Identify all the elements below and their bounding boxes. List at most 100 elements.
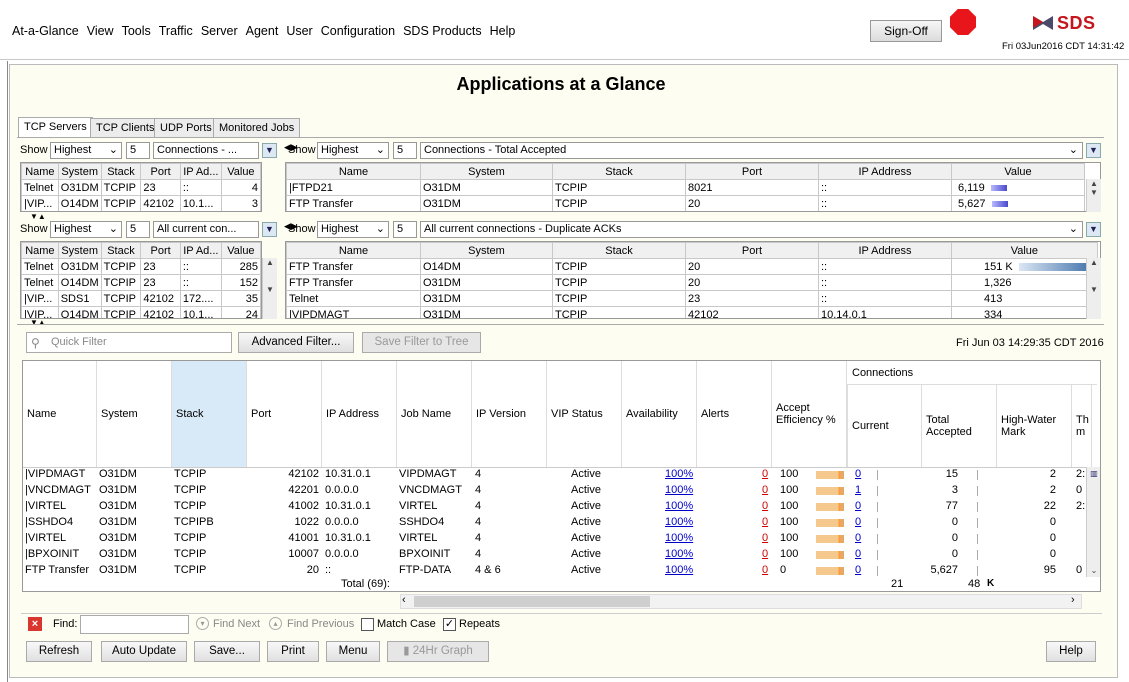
cell-current[interactable]: 0 bbox=[855, 564, 861, 576]
metric-select[interactable]: All current connections - Duplicate ACKs… bbox=[420, 221, 1083, 238]
tab-monitored-jobs[interactable]: Monitored Jobs bbox=[213, 118, 301, 137]
col-system[interactable]: System bbox=[57, 163, 102, 180]
repeats-checkbox[interactable]: ✓ bbox=[443, 618, 456, 631]
col-name[interactable]: Name bbox=[23, 361, 97, 467]
menu-server[interactable]: Server bbox=[201, 24, 238, 38]
quick-filter-input[interactable]: Quick Filter bbox=[26, 332, 232, 353]
cell-current[interactable]: 0 bbox=[855, 548, 861, 560]
cell-alerts[interactable]: 0 bbox=[762, 500, 768, 512]
metric-select[interactable]: Connections - Total Accepted ⌄ bbox=[420, 142, 1083, 159]
col-availability[interactable]: Availability bbox=[622, 361, 697, 467]
splitter-arrows-icon[interactable]: ▼▲ bbox=[30, 212, 46, 221]
mode-select[interactable]: Highest ⌄ bbox=[317, 221, 389, 238]
cell-avail[interactable]: 100% bbox=[665, 468, 693, 480]
cell-alerts[interactable]: 0 bbox=[762, 516, 768, 528]
col-port[interactable]: Port bbox=[685, 163, 819, 180]
menu-traffic[interactable]: Traffic bbox=[159, 24, 193, 38]
save-filter-button[interactable]: Save Filter to Tree bbox=[362, 332, 481, 353]
table-row[interactable]: |SSHDO4 O31DM TCPIPB 1022 0.0.0.0 SSHDO4 4 Acti… bbox=[23, 515, 1083, 531]
col-value[interactable]: Value bbox=[220, 242, 261, 259]
cell-alerts[interactable]: 0 bbox=[762, 564, 768, 576]
24hr-graph-button[interactable]: ▮ 24Hr Graph bbox=[387, 641, 489, 662]
count-field[interactable]: 5 bbox=[393, 142, 417, 159]
chevron-right-icon[interactable]: › bbox=[1071, 594, 1075, 606]
col-vip-status[interactable]: VIP Status bbox=[547, 361, 622, 467]
cell-avail[interactable]: 100% bbox=[665, 532, 693, 544]
tab-tcp-clients[interactable]: TCP Clients bbox=[90, 118, 161, 137]
col-port[interactable]: Port bbox=[140, 242, 181, 259]
col-total-accepted[interactable]: Total Accepted bbox=[922, 385, 997, 467]
metric-select[interactable]: Connections - ... bbox=[153, 142, 259, 159]
cell-current[interactable]: 0 bbox=[855, 468, 861, 480]
match-case-checkbox[interactable] bbox=[361, 618, 374, 631]
col-ip[interactable]: IP Address bbox=[818, 163, 952, 180]
col-job-name[interactable]: Job Name bbox=[397, 361, 472, 467]
col-alerts[interactable]: Alerts bbox=[697, 361, 772, 467]
chevron-down-icon[interactable]: ▼ bbox=[1086, 222, 1101, 237]
auto-update-button[interactable]: Auto Update bbox=[101, 641, 187, 662]
advanced-filter-button[interactable]: Advanced Filter... bbox=[238, 332, 354, 353]
scrollbar[interactable]: ▲ ▼ bbox=[1086, 258, 1101, 319]
table-row[interactable]: Telnet O31DM TCPIP 23:: 285 bbox=[21, 258, 261, 275]
cell-avail[interactable]: 100% bbox=[665, 548, 693, 560]
count-field[interactable]: 5 bbox=[126, 221, 150, 238]
metric-select[interactable]: All current con... bbox=[153, 221, 259, 238]
cell-avail[interactable]: 100% bbox=[665, 484, 693, 496]
cell-alerts[interactable]: 0 bbox=[762, 468, 768, 480]
menu-view[interactable]: View bbox=[87, 24, 114, 38]
find-next-button[interactable]: Find Next bbox=[213, 618, 260, 630]
cell-alerts[interactable]: 0 bbox=[762, 548, 768, 560]
table-row[interactable]: |VNCDMAGT O31DM TCPIP 42201 0.0.0.0 VNCDMAGT 4… bbox=[23, 483, 1083, 499]
cell-avail[interactable]: 100% bbox=[665, 516, 693, 528]
cell-current[interactable]: 0 bbox=[855, 500, 861, 512]
col-name[interactable]: Name bbox=[21, 242, 59, 259]
col-high-water-mark[interactable]: High-Water Mark bbox=[997, 385, 1072, 467]
table-row[interactable]: |VIP... SDS1 TCPIP 42102 172.... 35 bbox=[21, 290, 261, 307]
scrollbar-thumb[interactable] bbox=[414, 596, 650, 607]
splitter-arrows-icon[interactable]: ▼▲ bbox=[30, 318, 46, 327]
menu-help[interactable]: Help bbox=[490, 24, 516, 38]
find-previous-button[interactable]: Find Previous bbox=[287, 618, 354, 630]
table-row[interactable]: |FTPD21 O31DM TCPIP 8021:: 6,119 bbox=[286, 179, 1085, 196]
col-ip-address[interactable]: IP Address bbox=[322, 361, 397, 467]
table-row[interactable]: Telnet O14DM TCPIP 23:: 152 bbox=[21, 274, 261, 291]
chevron-left-icon[interactable]: ‹ bbox=[402, 594, 406, 606]
col-system[interactable]: System bbox=[97, 361, 172, 467]
col-name[interactable]: Name bbox=[286, 163, 421, 180]
table-row[interactable]: FTP Transfer O31DM TCPIP 20:: 5,627 bbox=[286, 195, 1085, 211]
cell-alerts[interactable]: 0 bbox=[762, 484, 768, 496]
col-name[interactable]: Name bbox=[21, 163, 59, 180]
help-button[interactable]: Help bbox=[1046, 641, 1096, 662]
col-value[interactable]: Value bbox=[951, 242, 1098, 259]
col-accept-efficiency[interactable]: Accept Efficiency % bbox=[772, 361, 847, 467]
table-row[interactable]: |VIP... O14DM TCPIP 42102 10.1... 24 bbox=[21, 306, 261, 318]
table-row[interactable]: |VIRTEL O31DM TCPIP 41001 10.31.0.1 VIRTEL 4 Ac… bbox=[23, 531, 1083, 547]
col-truncated[interactable]: Th m bbox=[1072, 385, 1092, 467]
col-system[interactable]: System bbox=[420, 242, 553, 259]
cell-current[interactable]: 0 bbox=[855, 532, 861, 544]
col-name[interactable]: Name bbox=[286, 242, 421, 259]
count-field[interactable]: 5 bbox=[393, 221, 417, 238]
sign-off-button[interactable]: Sign-Off bbox=[870, 20, 942, 42]
col-ip[interactable]: IP Ad... bbox=[179, 163, 222, 180]
table-row[interactable]: |VIPDMAGT O31DM TCPIP 42102 10.14.0.1 334 bbox=[286, 306, 1098, 318]
table-row[interactable]: Telnet O31DM TCPIP 23:: 413 bbox=[286, 290, 1098, 307]
menu-configuration[interactable]: Configuration bbox=[321, 24, 395, 38]
col-port[interactable]: Port bbox=[247, 361, 322, 467]
col-stack[interactable]: Stack bbox=[552, 242, 686, 259]
mode-select[interactable]: Highest ⌄ bbox=[50, 221, 122, 238]
mode-select[interactable]: Highest ⌄ bbox=[50, 142, 122, 159]
table-row[interactable]: |VIPDMAGT O31DM TCPIP 42102 10.31.0.1 VIPDMAG… bbox=[23, 467, 1085, 483]
scrollbar[interactable]: ▲ ▼ bbox=[262, 258, 277, 319]
refresh-button[interactable]: Refresh bbox=[26, 641, 92, 662]
col-system[interactable]: System bbox=[420, 163, 553, 180]
col-system[interactable]: System bbox=[57, 242, 102, 259]
col-stack[interactable]: Stack bbox=[100, 163, 142, 180]
chevron-down-icon[interactable]: ▼ bbox=[262, 143, 277, 158]
col-ip[interactable]: IP Ad... bbox=[179, 242, 222, 259]
table-row[interactable]: |BPXOINIT O31DM TCPIP 10007 0.0.0.0 BPXOINIT 4… bbox=[23, 547, 1083, 563]
scrollbar[interactable]: ▲ ▼ bbox=[1086, 179, 1101, 212]
cell-avail[interactable]: 100% bbox=[665, 500, 693, 512]
col-stack[interactable]: Stack bbox=[552, 163, 686, 180]
table-row[interactable]: |VIP... O14DM TCPIP 42102 10.1... 3 bbox=[21, 195, 261, 211]
